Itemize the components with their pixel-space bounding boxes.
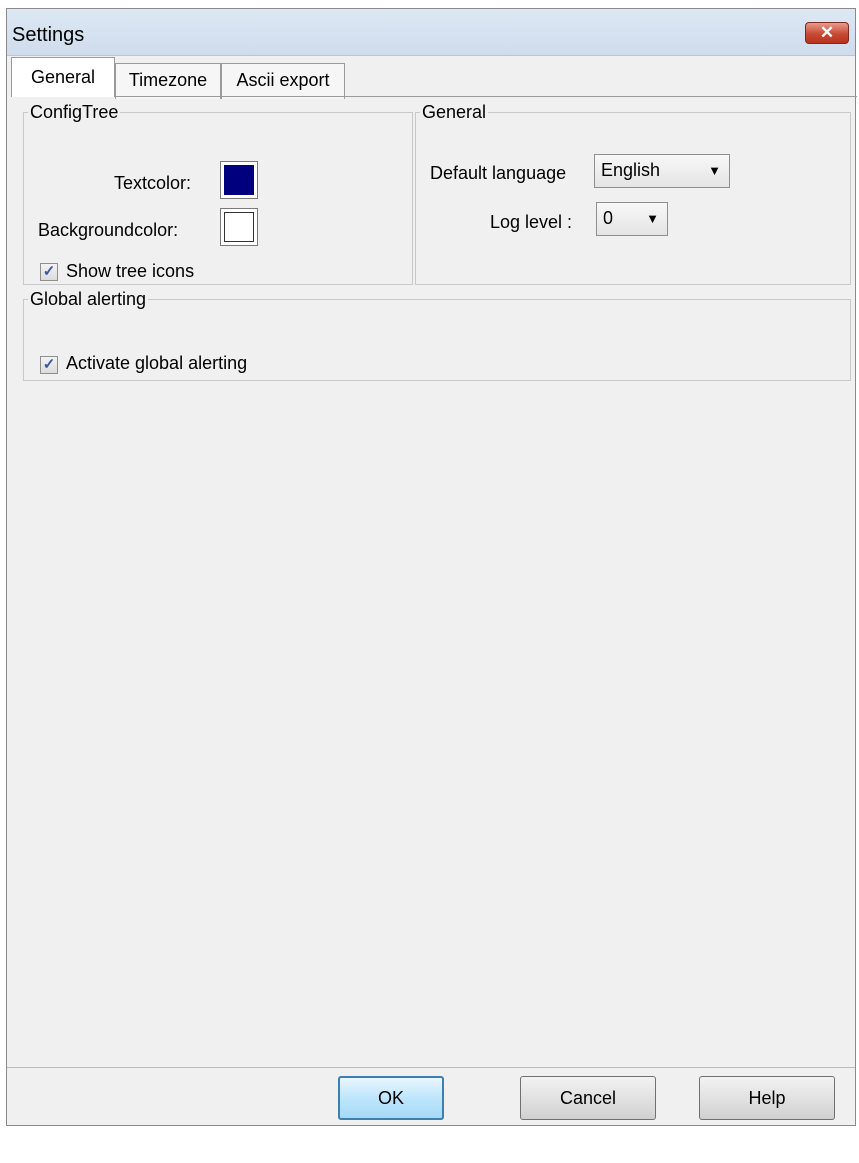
log-level-select[interactable]: 0 ▼ bbox=[596, 202, 668, 236]
activate-global-alerting-checkbox[interactable]: ✓ bbox=[40, 356, 58, 374]
textcolor-swatch[interactable] bbox=[220, 161, 258, 199]
title-bar[interactable]: Settings ✕ bbox=[7, 9, 855, 56]
backgroundcolor-label: Backgroundcolor: bbox=[38, 220, 179, 240]
global-alerting-legend: Global alerting bbox=[30, 289, 147, 309]
global-alerting-group: Global alerting ✓ Activate global alerti… bbox=[23, 289, 851, 381]
general-legend: General bbox=[422, 102, 487, 122]
tab-strip: General Timezone Ascii export bbox=[7, 55, 855, 99]
general-group: General Default language English ▼ Log l… bbox=[415, 102, 851, 285]
close-icon: ✕ bbox=[819, 23, 835, 42]
backgroundcolor-swatch[interactable] bbox=[220, 208, 258, 246]
default-language-value: English bbox=[601, 160, 661, 180]
help-button[interactable]: Help bbox=[699, 1076, 835, 1120]
window-title: Settings bbox=[12, 24, 85, 46]
cancel-button[interactable]: Cancel bbox=[520, 1076, 656, 1120]
check-icon: ✓ bbox=[42, 356, 56, 373]
footer-divider bbox=[7, 1067, 855, 1068]
tab-content-general: ConfigTree Textcolor: Backgroundcolor: ✓… bbox=[17, 96, 857, 1163]
textcolor-label: Textcolor: bbox=[114, 173, 192, 193]
ok-button[interactable]: OK bbox=[338, 1076, 444, 1120]
activate-global-alerting-label: Activate global alerting bbox=[66, 353, 248, 373]
check-icon: ✓ bbox=[42, 263, 56, 280]
close-button[interactable]: ✕ bbox=[805, 22, 849, 44]
backgroundcolor-swatch-fill bbox=[224, 212, 254, 242]
tab-timezone[interactable]: Timezone bbox=[115, 63, 221, 99]
textcolor-swatch-fill bbox=[224, 165, 254, 195]
tab-ascii-export[interactable]: Ascii export bbox=[221, 63, 345, 99]
show-tree-icons-checkbox[interactable]: ✓ bbox=[40, 263, 58, 281]
dropdown-arrow-icon: ▼ bbox=[646, 211, 659, 226]
default-language-label: Default language bbox=[430, 163, 567, 183]
configtree-group: ConfigTree Textcolor: Backgroundcolor: ✓… bbox=[23, 102, 413, 285]
default-language-select[interactable]: English ▼ bbox=[594, 154, 730, 188]
tab-general[interactable]: General bbox=[11, 57, 115, 97]
dropdown-arrow-icon: ▼ bbox=[708, 163, 721, 178]
settings-window: Settings ✕ General Timezone Ascii export… bbox=[6, 8, 857, 1126]
show-tree-icons-label: Show tree icons bbox=[66, 261, 195, 281]
log-level-value: 0 bbox=[603, 208, 614, 228]
log-level-label: Log level : bbox=[490, 212, 573, 232]
configtree-legend: ConfigTree bbox=[30, 102, 119, 122]
